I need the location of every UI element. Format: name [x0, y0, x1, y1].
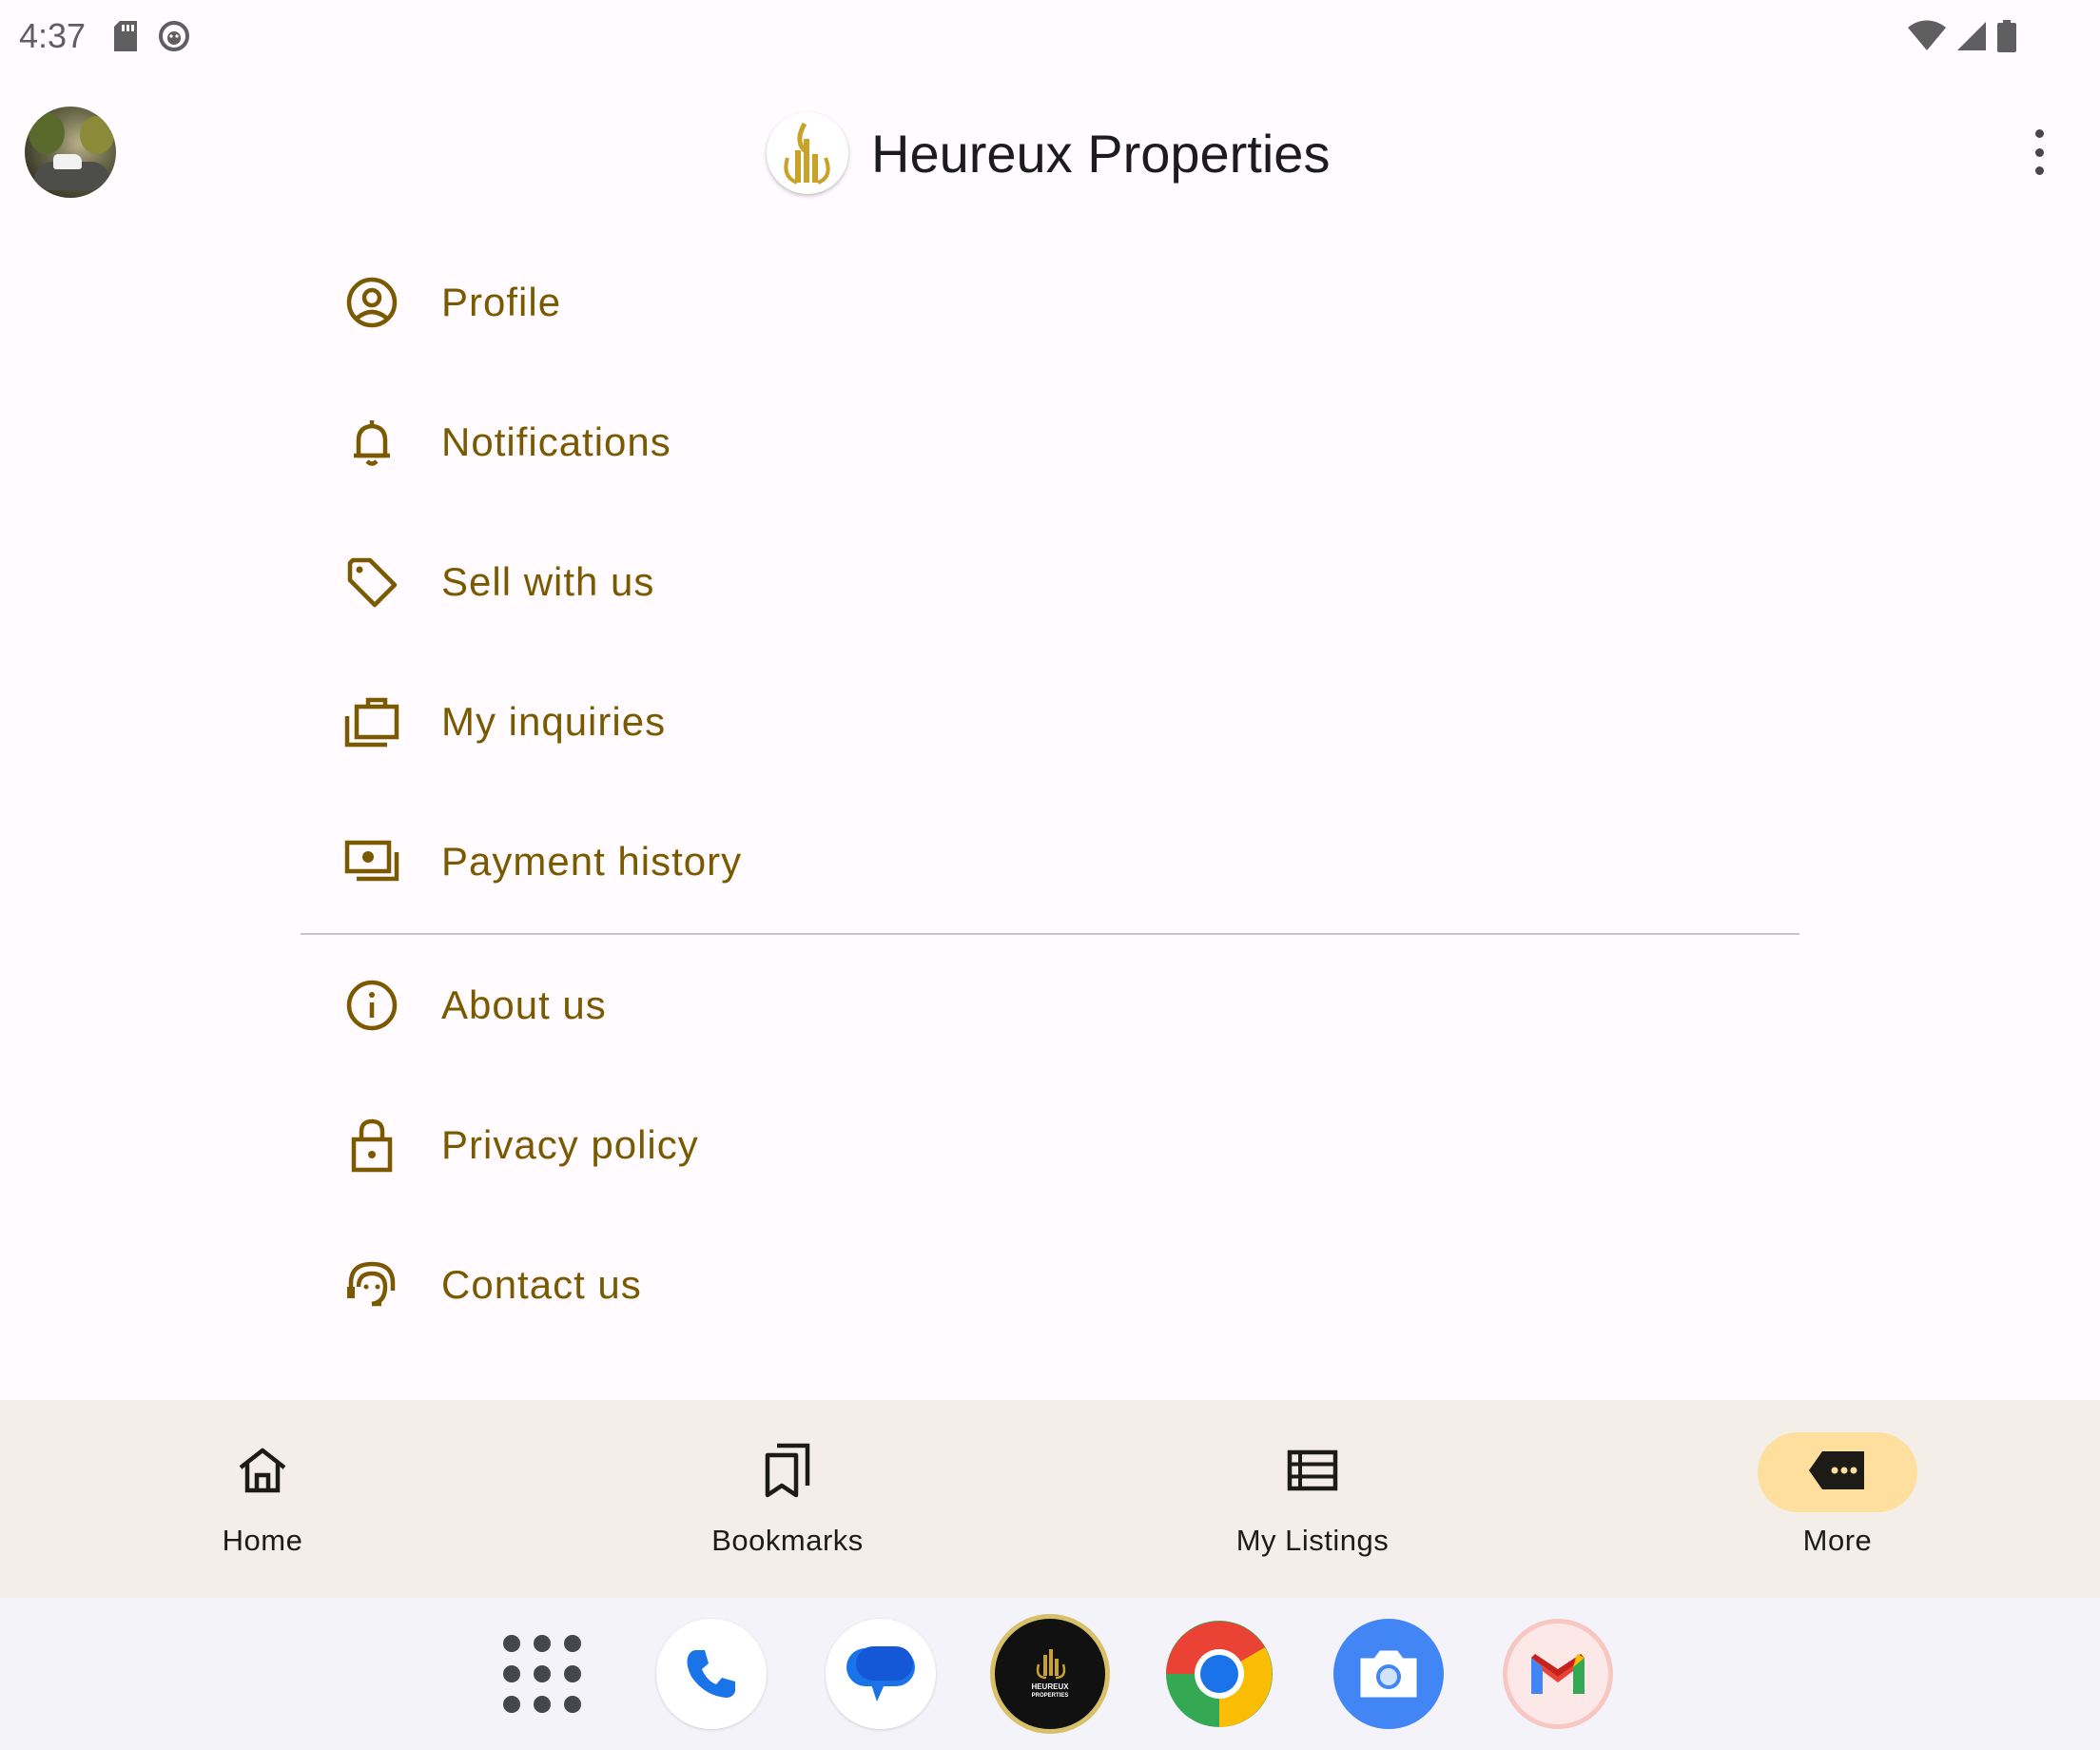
- wifi-icon: [1908, 20, 1946, 52]
- heureux-logo-icon: [767, 112, 848, 194]
- nav-item-bookmarks[interactable]: Bookmarks: [525, 1400, 1050, 1598]
- menu-item-my-inquiries[interactable]: My inquiries: [301, 651, 1799, 791]
- payments-icon: [342, 832, 401, 891]
- sd-card-icon: [112, 21, 139, 51]
- nav-label: More: [1802, 1524, 1873, 1557]
- bookmarks-icon: [762, 1442, 813, 1504]
- gmail-icon[interactable]: [1503, 1619, 1613, 1729]
- overflow-menu-icon[interactable]: [2028, 126, 2051, 179]
- menu-item-label: Privacy policy: [441, 1121, 699, 1167]
- menu-item-label: Payment history: [441, 838, 743, 884]
- menu-item-sell-with-us[interactable]: Sell with us: [301, 512, 1799, 651]
- menu-item-partial[interactable]: [301, 1354, 1799, 1383]
- top-app-bar: Heureux Properties: [0, 84, 2100, 219]
- messages-icon[interactable]: [826, 1619, 936, 1729]
- avatar[interactable]: [25, 107, 116, 198]
- bell-icon: [342, 413, 401, 472]
- nav-item-my-listings[interactable]: My Listings: [1050, 1400, 1575, 1598]
- lock-icon: [342, 1116, 401, 1175]
- menu-item-payment-history[interactable]: Payment history: [301, 791, 1799, 931]
- nav-item-home[interactable]: Home: [0, 1400, 525, 1598]
- account-circle-icon: [342, 273, 401, 332]
- menu-item-notifications[interactable]: Notifications: [301, 372, 1799, 512]
- menu-item-label: About us: [441, 982, 607, 1027]
- menu-item-label: Notifications: [441, 418, 671, 464]
- more-icon: [1807, 1449, 1868, 1496]
- menu-item-privacy-policy[interactable]: Privacy policy: [301, 1075, 1799, 1215]
- brand: Heureux Properties: [767, 112, 1330, 194]
- support-agent-icon: [342, 1255, 401, 1314]
- app-launcher-icon[interactable]: [487, 1619, 597, 1729]
- cell-signal-icon: [1955, 20, 1988, 52]
- battery-icon: [1997, 20, 2016, 52]
- list-icon: [1287, 1449, 1338, 1496]
- taskbar-dock: HEUREUX PROPERTIES: [0, 1598, 2100, 1750]
- menu-item-label: Sell with us: [441, 558, 655, 604]
- menu-item-label: Contact us: [441, 1261, 642, 1307]
- nav-item-more[interactable]: More: [1575, 1400, 2100, 1598]
- menu-item-label: My inquiries: [441, 698, 667, 744]
- menu-item-about-us[interactable]: About us: [301, 935, 1799, 1075]
- nav-label: Bookmarks: [711, 1524, 864, 1557]
- partial-icon: [342, 1377, 401, 1383]
- info-icon: [342, 976, 401, 1035]
- menu-item-profile[interactable]: Profile: [301, 232, 1799, 372]
- menu-item-contact-us[interactable]: Contact us: [301, 1215, 1799, 1354]
- menu-item-label: Profile: [441, 279, 562, 324]
- svg-text:PROPERTIES: PROPERTIES: [1032, 1693, 1069, 1699]
- briefcase-stack-icon: [342, 692, 401, 751]
- chrome-icon[interactable]: [1164, 1619, 1274, 1729]
- nav-label: Home: [222, 1524, 303, 1557]
- status-bar: 4:37: [0, 0, 2100, 72]
- android-debug-icon: [158, 20, 190, 52]
- camera-icon[interactable]: [1333, 1619, 1444, 1729]
- more-menu-list: Profile Notifications Sell with us My in…: [301, 232, 1799, 1383]
- svg-text:HEUREUX: HEUREUX: [1031, 1682, 1069, 1691]
- heureux-properties-icon[interactable]: HEUREUX PROPERTIES: [995, 1619, 1105, 1729]
- bottom-navigation: Home Bookmarks My Listings More: [0, 1400, 2100, 1598]
- home-icon: [237, 1447, 288, 1499]
- tag-icon: [342, 553, 401, 612]
- nav-label: My Listings: [1235, 1524, 1390, 1557]
- phone-icon[interactable]: [656, 1619, 767, 1729]
- app-title: Heureux Properties: [871, 123, 1331, 184]
- status-time: 4:37: [19, 16, 87, 55]
